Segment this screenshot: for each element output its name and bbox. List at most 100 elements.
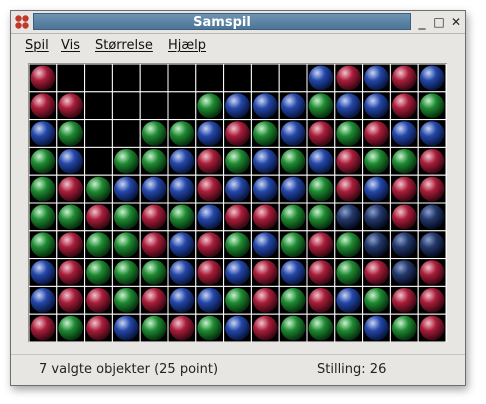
selected-blue-ball[interactable] bbox=[392, 232, 417, 257]
green-ball[interactable] bbox=[364, 149, 389, 174]
blue-ball[interactable] bbox=[30, 288, 56, 313]
app-icon[interactable] bbox=[14, 14, 30, 30]
red-ball[interactable] bbox=[225, 204, 250, 230]
green-ball[interactable] bbox=[225, 232, 250, 257]
blue-ball[interactable] bbox=[364, 176, 389, 202]
red-ball[interactable] bbox=[169, 315, 195, 341]
red-ball[interactable] bbox=[253, 204, 278, 230]
red-ball[interactable] bbox=[419, 176, 445, 202]
selected-blue-ball[interactable] bbox=[419, 232, 445, 257]
close-button[interactable]: ✕ bbox=[449, 14, 463, 30]
blue-ball[interactable] bbox=[225, 260, 250, 285]
blue-ball[interactable] bbox=[336, 93, 362, 118]
green-ball[interactable] bbox=[336, 260, 362, 285]
green-ball[interactable] bbox=[392, 315, 417, 341]
blue-ball[interactable] bbox=[280, 93, 306, 118]
blue-ball[interactable] bbox=[364, 93, 389, 118]
board-cell[interactable] bbox=[111, 119, 141, 148]
red-ball[interactable] bbox=[141, 204, 167, 230]
blue-ball[interactable] bbox=[169, 149, 195, 174]
board-cell[interactable] bbox=[111, 91, 141, 121]
green-ball[interactable] bbox=[86, 260, 111, 285]
blue-ball[interactable] bbox=[58, 149, 83, 174]
red-ball[interactable] bbox=[364, 260, 389, 285]
green-ball[interactable] bbox=[169, 204, 195, 230]
red-ball[interactable] bbox=[197, 232, 222, 257]
green-ball[interactable] bbox=[364, 288, 389, 313]
green-ball[interactable] bbox=[114, 149, 139, 174]
blue-ball[interactable] bbox=[30, 121, 56, 146]
green-ball[interactable] bbox=[114, 204, 139, 230]
board-cell[interactable] bbox=[195, 63, 225, 93]
green-ball[interactable] bbox=[225, 288, 250, 313]
red-ball[interactable] bbox=[392, 93, 417, 118]
blue-ball[interactable] bbox=[197, 288, 222, 313]
selected-blue-ball[interactable] bbox=[392, 260, 417, 285]
board-cell[interactable] bbox=[223, 63, 252, 93]
green-ball[interactable] bbox=[336, 121, 362, 146]
red-ball[interactable] bbox=[58, 288, 83, 313]
board-cell[interactable] bbox=[139, 91, 169, 121]
green-ball[interactable] bbox=[308, 315, 334, 341]
red-ball[interactable] bbox=[336, 176, 362, 202]
green-ball[interactable] bbox=[253, 121, 278, 146]
green-ball[interactable] bbox=[280, 149, 306, 174]
green-ball[interactable] bbox=[58, 121, 83, 146]
red-ball[interactable] bbox=[253, 288, 278, 313]
blue-ball[interactable] bbox=[114, 176, 139, 202]
menu-spil[interactable]: Spil bbox=[25, 38, 49, 53]
red-ball[interactable] bbox=[86, 315, 111, 341]
red-ball[interactable] bbox=[336, 149, 362, 174]
board-cell[interactable] bbox=[167, 63, 197, 93]
red-ball[interactable] bbox=[30, 315, 56, 341]
blue-ball[interactable] bbox=[30, 260, 56, 285]
selected-blue-ball[interactable] bbox=[364, 232, 389, 257]
green-ball[interactable] bbox=[225, 149, 250, 174]
board-cell[interactable] bbox=[111, 63, 141, 93]
red-ball[interactable] bbox=[419, 315, 445, 341]
green-ball[interactable] bbox=[280, 288, 306, 313]
green-ball[interactable] bbox=[58, 315, 83, 341]
minimize-button[interactable]: _ bbox=[415, 14, 429, 30]
board-cell[interactable] bbox=[167, 91, 197, 121]
blue-ball[interactable] bbox=[280, 121, 306, 146]
menu-storrelse[interactable]: Størrelse bbox=[95, 38, 153, 53]
blue-ball[interactable] bbox=[308, 149, 334, 174]
green-ball[interactable] bbox=[308, 93, 334, 118]
red-ball[interactable] bbox=[253, 315, 278, 341]
red-ball[interactable] bbox=[141, 232, 167, 257]
red-ball[interactable] bbox=[197, 260, 222, 285]
blue-ball[interactable] bbox=[169, 232, 195, 257]
blue-ball[interactable] bbox=[225, 93, 250, 118]
selected-blue-ball[interactable] bbox=[364, 204, 389, 230]
blue-ball[interactable] bbox=[392, 121, 417, 146]
green-ball[interactable] bbox=[114, 232, 139, 257]
red-ball[interactable] bbox=[392, 65, 417, 91]
green-ball[interactable] bbox=[30, 176, 56, 202]
red-ball[interactable] bbox=[197, 176, 222, 202]
red-ball[interactable] bbox=[86, 204, 111, 230]
green-ball[interactable] bbox=[197, 315, 222, 341]
green-ball[interactable] bbox=[141, 315, 167, 341]
blue-ball[interactable] bbox=[169, 288, 195, 313]
selected-blue-ball[interactable] bbox=[336, 204, 362, 230]
green-ball[interactable] bbox=[280, 232, 306, 257]
blue-ball[interactable] bbox=[114, 315, 139, 341]
board-cell[interactable] bbox=[250, 63, 280, 93]
blue-ball[interactable] bbox=[253, 93, 278, 118]
board-cell[interactable] bbox=[84, 146, 113, 176]
board-cell[interactable] bbox=[84, 119, 113, 148]
maximize-button[interactable]: □ bbox=[432, 14, 446, 30]
game-board[interactable] bbox=[28, 63, 447, 343]
blue-ball[interactable] bbox=[253, 232, 278, 257]
red-ball[interactable] bbox=[58, 232, 83, 257]
blue-ball[interactable] bbox=[308, 65, 334, 91]
blue-ball[interactable] bbox=[336, 288, 362, 313]
green-ball[interactable] bbox=[30, 232, 56, 257]
blue-ball[interactable] bbox=[419, 65, 445, 91]
red-ball[interactable] bbox=[30, 93, 56, 118]
selected-blue-ball[interactable] bbox=[419, 204, 445, 230]
green-ball[interactable] bbox=[58, 204, 83, 230]
green-ball[interactable] bbox=[419, 93, 445, 118]
green-ball[interactable] bbox=[280, 315, 306, 341]
